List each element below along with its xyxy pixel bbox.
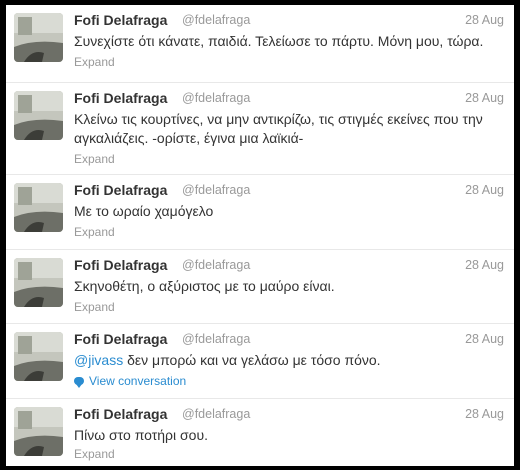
tweet-item[interactable]: Fofi Delafraga @fdelafraga 28 Aug Συνεχί… xyxy=(6,5,514,83)
avatar[interactable] xyxy=(14,258,63,307)
author-name[interactable]: Fofi Delafraga xyxy=(74,331,167,347)
expand-link[interactable]: Expand xyxy=(74,225,115,239)
tweet-timestamp[interactable]: 28 Aug xyxy=(465,183,504,197)
avatar[interactable] xyxy=(14,407,63,456)
tweet-item[interactable]: Fofi Delafraga @fdelafraga 28 Aug Με το … xyxy=(6,175,514,250)
author-name[interactable]: Fofi Delafraga xyxy=(74,90,167,106)
tweet-text: @jivass δεν μπορώ και να γελάσω με τόσο … xyxy=(74,351,506,370)
expand-link[interactable]: Expand xyxy=(74,152,115,166)
tweet-timestamp[interactable]: 28 Aug xyxy=(465,91,504,105)
avatar[interactable] xyxy=(14,332,63,381)
author-name[interactable]: Fofi Delafraga xyxy=(74,182,167,198)
author-handle[interactable]: @fdelafraga xyxy=(182,13,250,27)
tweet-item[interactable]: Fofi Delafraga @fdelafraga 28 Aug @jivas… xyxy=(6,324,514,399)
view-conversation-label[interactable]: View conversation xyxy=(89,374,186,388)
avatar[interactable] xyxy=(14,183,63,232)
tweet-item[interactable]: Fofi Delafraga @fdelafraga 28 Aug Σκηνοθ… xyxy=(6,250,514,324)
author-name[interactable]: Fofi Delafraga xyxy=(74,406,167,422)
tweet-timestamp[interactable]: 28 Aug xyxy=(465,13,504,27)
avatar[interactable] xyxy=(14,13,63,62)
tweet-timestamp[interactable]: 28 Aug xyxy=(465,258,504,272)
tweet-text-line: αγκαλιάζεις. -ορίστε, έγινα μια λαϊκιά- xyxy=(74,130,304,146)
mention-link[interactable]: @jivass xyxy=(74,352,123,368)
author-name[interactable]: Fofi Delafraga xyxy=(74,257,167,273)
tweet-item[interactable]: Fofi Delafraga @fdelafraga 28 Aug Πίνω σ… xyxy=(6,399,514,466)
avatar[interactable] xyxy=(14,91,63,140)
author-handle[interactable]: @fdelafraga xyxy=(182,91,250,105)
author-name[interactable]: Fofi Delafraga xyxy=(74,12,167,28)
tweet-text: Πίνω στο ποτήρι σου. xyxy=(74,427,208,443)
author-handle[interactable]: @fdelafraga xyxy=(182,332,250,346)
conversation-bubble-icon xyxy=(74,377,84,388)
author-handle[interactable]: @fdelafraga xyxy=(182,183,250,197)
tweet-item[interactable]: Fofi Delafraga @fdelafraga 28 Aug Κλείνω… xyxy=(6,83,514,175)
tweet-timestamp[interactable]: 28 Aug xyxy=(465,407,504,421)
tweet-text: Σκηνοθέτη, ο αξύριστος με το μαύρο είναι… xyxy=(74,278,335,294)
tweet-timestamp[interactable]: 28 Aug xyxy=(465,332,504,346)
author-handle[interactable]: @fdelafraga xyxy=(182,407,250,421)
tweet-text: Με το ωραίο χαμόγελο xyxy=(74,203,214,219)
tweet-text: Συνεχίστε ότι κάνατε, παιδιά. Τελείωσε τ… xyxy=(74,33,484,49)
view-conversation-link[interactable]: View conversation xyxy=(74,374,186,388)
expand-link[interactable]: Expand xyxy=(74,55,115,69)
tweet-text-line: Κλείνω τις κουρτίνες, να μην αντικρίζω, … xyxy=(74,111,483,127)
tweet-text-body: δεν μπορώ και να γελάσω με τόσο πόνο. xyxy=(123,352,381,368)
author-handle[interactable]: @fdelafraga xyxy=(182,258,250,272)
expand-link[interactable]: Expand xyxy=(74,447,115,461)
expand-link[interactable]: Expand xyxy=(74,300,115,314)
tweet-text: Κλείνω τις κουρτίνες, να μην αντικρίζω, … xyxy=(74,110,506,148)
tweet-timeline: Fofi Delafraga @fdelafraga 28 Aug Συνεχί… xyxy=(6,5,514,466)
